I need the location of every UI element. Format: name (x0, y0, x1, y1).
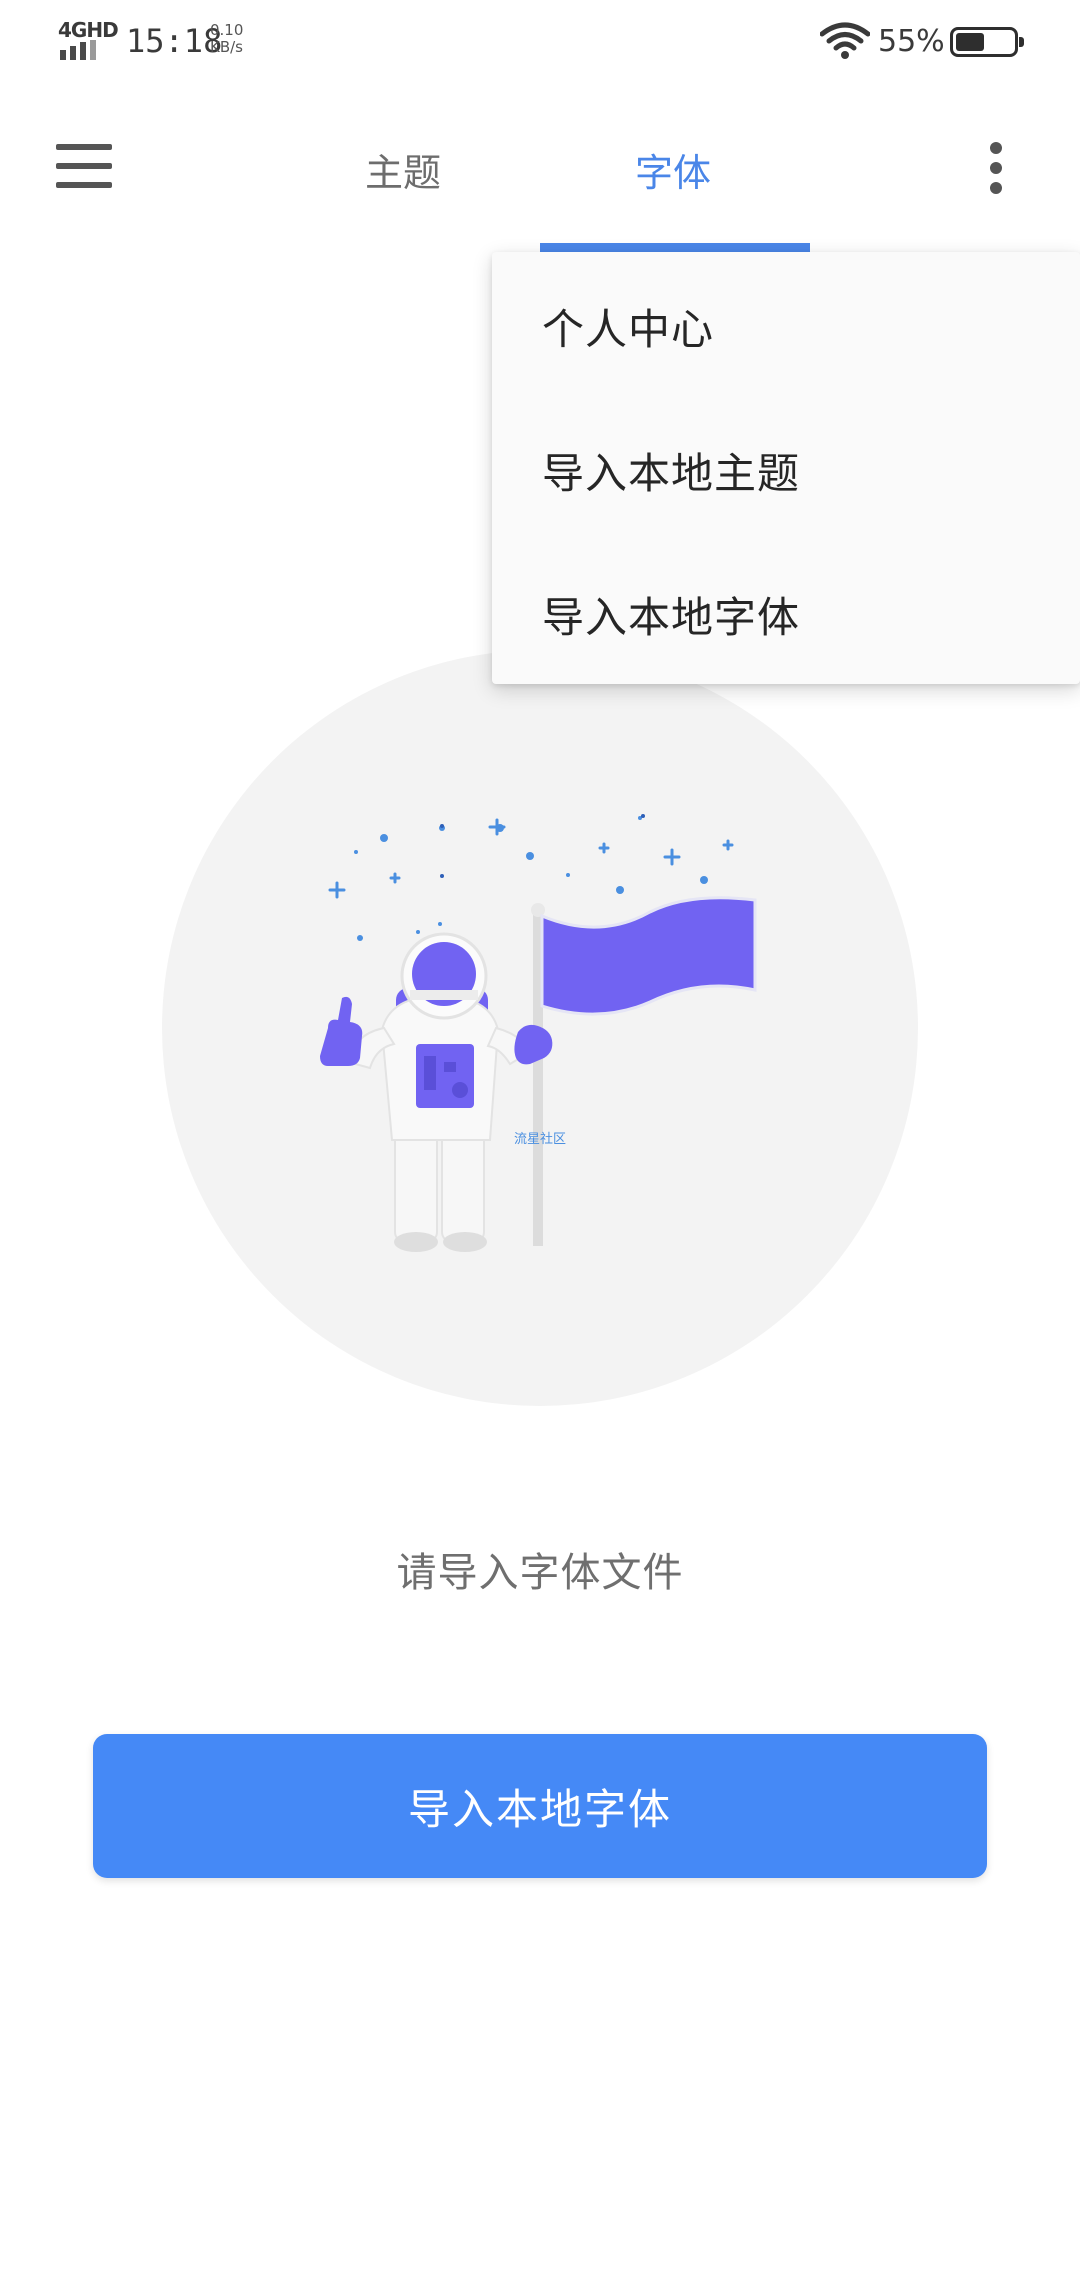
network-speed-unit: KB/s (210, 38, 243, 56)
menu-item-personal-center[interactable]: 个人中心 (542, 296, 714, 357)
active-tab-indicator (540, 243, 810, 252)
menu-item-import-font[interactable]: 导入本地字体 (542, 584, 800, 645)
wifi-icon (820, 22, 870, 59)
menu-item-import-theme[interactable]: 导入本地主题 (542, 440, 800, 501)
battery-icon (950, 27, 1024, 57)
more-vert-icon[interactable] (984, 142, 1008, 194)
top-toolbar: 主题 字体 (0, 84, 1080, 254)
battery-percent: 55% (878, 24, 945, 59)
network-type-label: 4GHD (58, 18, 119, 42)
menu-icon[interactable] (56, 144, 112, 188)
font-manager-screen: 4GHD 15:18 0.10 KB/s 55% 主题 字体 流星社区 请导入字… (0, 0, 1080, 2280)
overflow-menu: 个人中心 导入本地主题 导入本地字体 (492, 252, 1080, 684)
tab-font[interactable]: 字体 (635, 142, 711, 197)
network-speed: 0.10 KB/s (210, 22, 243, 56)
signal-icon: 4GHD (58, 18, 119, 60)
import-local-font-button[interactable]: 导入本地字体 (93, 1734, 987, 1878)
astronaut-flag-icon: 流星社区 (320, 814, 757, 1252)
network-speed-value: 0.10 (210, 21, 244, 39)
status-time: 15:18 (126, 22, 223, 60)
status-bar: 4GHD 15:18 0.10 KB/s 55% (0, 0, 1080, 84)
empty-state-text: 请导入字体文件 (396, 1550, 684, 1596)
watermark-text: 流星社区 (514, 1131, 566, 1147)
tab-theme[interactable]: 主题 (365, 142, 441, 197)
